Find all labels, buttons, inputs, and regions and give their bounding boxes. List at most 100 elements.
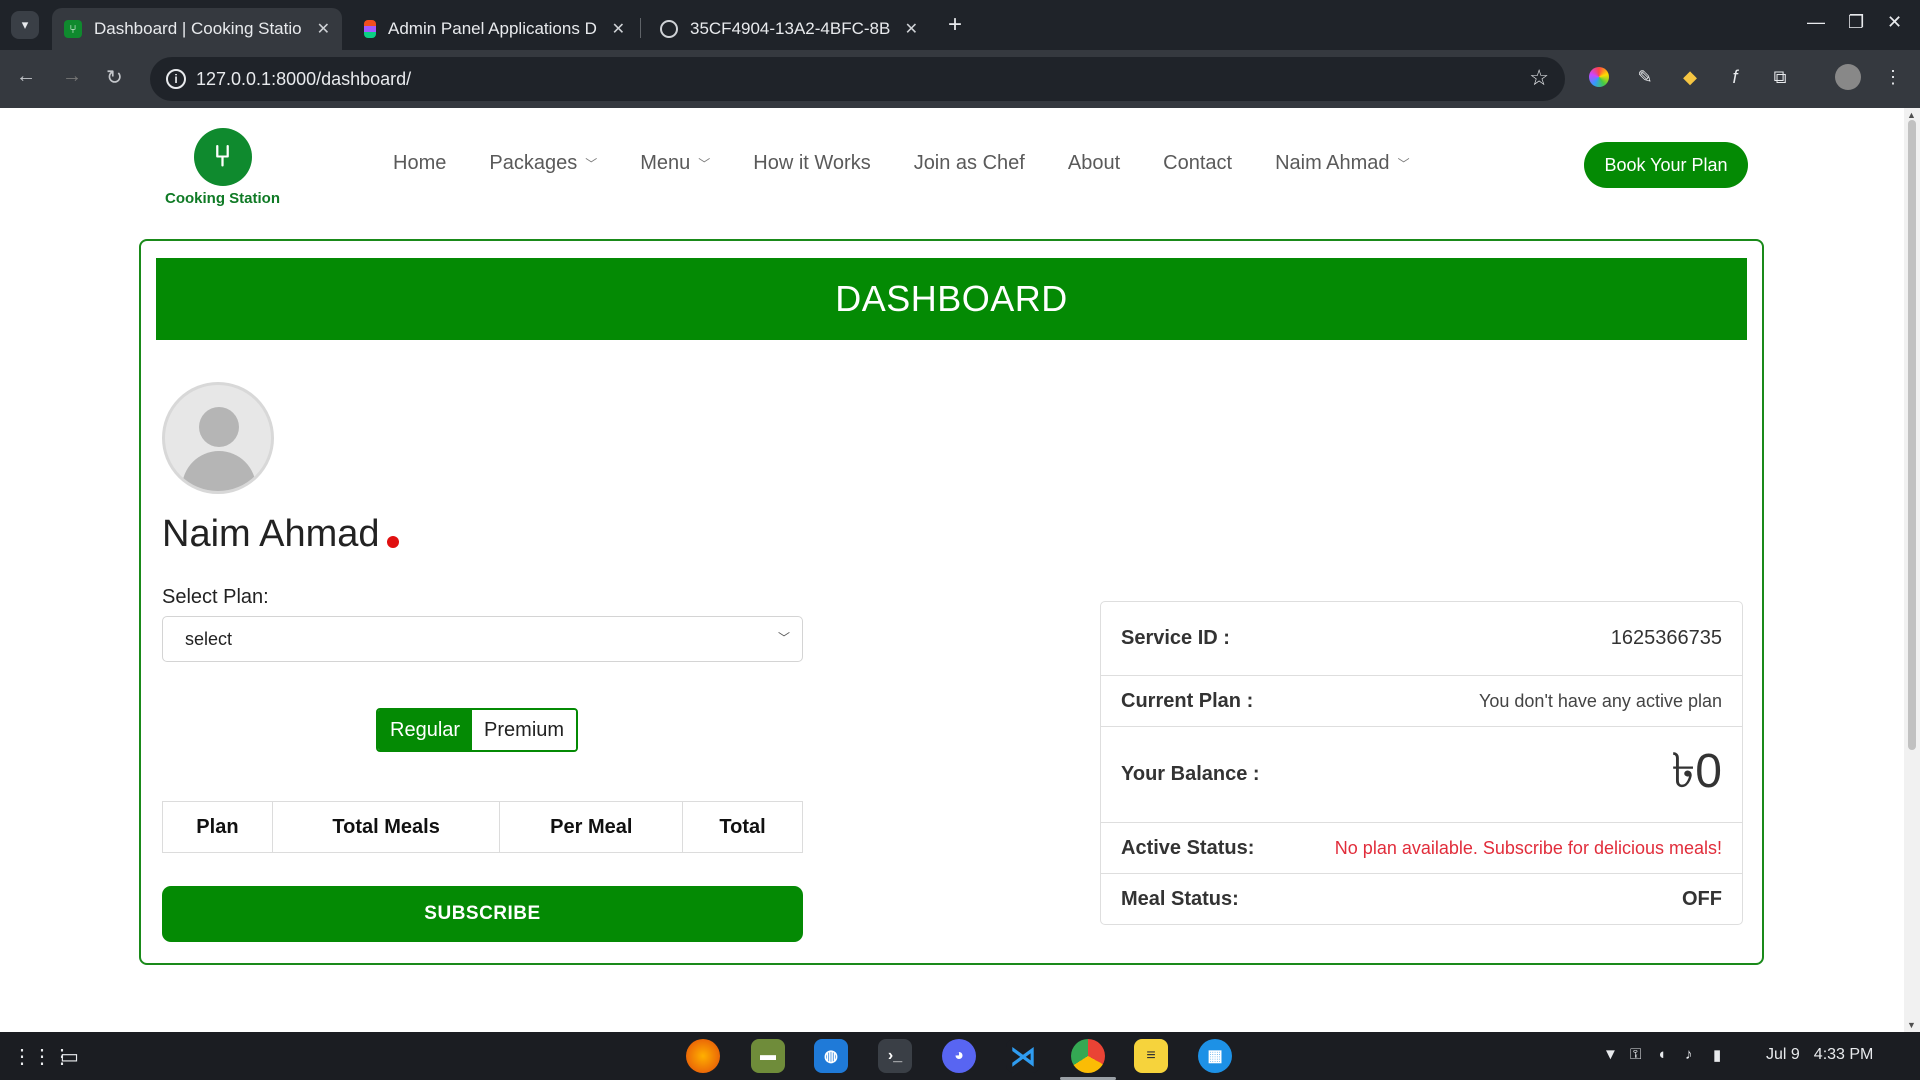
nav-label: Home — [393, 152, 447, 174]
wifi-icon[interactable]: ▼ — [1603, 1046, 1618, 1063]
nav-contact[interactable]: Contact — [1163, 152, 1232, 175]
nav-packages[interactable]: Packages ﹀ — [489, 152, 597, 175]
color-picker-extension-icon[interactable] — [1586, 64, 1612, 90]
minimize-icon[interactable]: — — [1807, 12, 1825, 33]
lightbulb-extension-icon[interactable]: ◆ — [1677, 64, 1703, 90]
overview-icon[interactable]: ▭ — [60, 1044, 79, 1069]
forward-icon[interactable]: → — [62, 65, 82, 88]
premium-toggle[interactable]: Premium — [472, 710, 577, 750]
firefox-icon[interactable] — [686, 1039, 720, 1073]
column-header-total-meals: Total Meals — [271, 801, 501, 853]
meal-status-row: Meal Status: OFF — [1101, 874, 1742, 925]
nav-how-it-works[interactable]: How it Works — [753, 152, 870, 175]
tab-dashboard[interactable]: ⑂ Dashboard | Cooking Statio ✕ — [52, 8, 342, 50]
plan-table: Plan Total Meals Per Meal Total — [162, 801, 803, 853]
address-bar[interactable]: i 127.0.0.1:8000/dashboard/ ☆ — [150, 57, 1565, 101]
select-plan-label: Select Plan: — [162, 586, 269, 608]
site-info-icon[interactable]: i — [166, 69, 186, 89]
new-tab-button[interactable]: + — [948, 11, 962, 39]
fork-knife-icon: ⑂ — [64, 20, 82, 38]
nav-join-as-chef[interactable]: Join as Chef — [914, 152, 1025, 175]
tab-admin-panel[interactable]: Admin Panel Applications D ✕ — [352, 8, 637, 50]
book-your-plan-button[interactable]: Book Your Plan — [1584, 142, 1748, 188]
meal-status-value: OFF — [1682, 888, 1722, 910]
nav-home[interactable]: Home — [393, 152, 446, 175]
close-icon[interactable]: ✕ — [317, 19, 330, 39]
clock-time: 4:33 PM — [1813, 1046, 1874, 1063]
status-dot — [386, 535, 399, 548]
column-header-per-meal: Per Meal — [499, 801, 684, 853]
avatar-body — [182, 451, 256, 491]
kebab-menu-icon[interactable]: ⋮ — [1880, 64, 1906, 90]
profile-avatar-icon[interactable] — [1835, 64, 1861, 90]
balance-row: Your Balance : ৳0 — [1101, 727, 1742, 823]
os-taskbar: ⋮⋮⋮ ▭ ▬ ◍ ›_ ◕ ⋊ ≡ ▦ ▼ ⚿ ◖ ♪ ▮ Jul 9 4:3… — [0, 1032, 1920, 1080]
system-clock[interactable]: Jul 9 4:33 PM — [1766, 1046, 1873, 1064]
vpn-key-icon[interactable]: ⚿ — [1630, 1046, 1641, 1063]
column-header-plan: Plan — [162, 801, 273, 853]
extensions-puzzle-icon[interactable]: ⧉ — [1767, 64, 1793, 90]
nav-menu[interactable]: Menu ﹀ — [640, 152, 710, 175]
service-id-label: Service ID : — [1121, 627, 1230, 649]
terminal-icon[interactable]: ›_ — [878, 1039, 912, 1073]
current-plan-value: You don't have any active plan — [1479, 690, 1722, 711]
active-status-row: Active Status: No plan available. Subscr… — [1101, 823, 1742, 874]
nav-about[interactable]: About — [1068, 152, 1120, 175]
nav-label: Packages — [489, 152, 578, 174]
user-avatar — [162, 382, 274, 494]
back-icon[interactable]: ← — [16, 65, 36, 88]
discord-icon[interactable]: ◕ — [942, 1039, 976, 1073]
nav-label: Menu — [640, 152, 691, 174]
service-id-value: 1625366735 — [1610, 627, 1722, 649]
nav-label: Naim Ahmad — [1275, 152, 1390, 174]
web-page: ⑂ Cooking Station Home Packages ﹀ Menu ﹀ H… — [0, 108, 1904, 1032]
volume-icon[interactable]: ◖ — [1657, 1046, 1666, 1063]
scroll-down-arrow-icon[interactable]: ▼ — [1907, 1020, 1916, 1030]
nav-label: Join as Chef — [913, 152, 1025, 174]
close-icon[interactable]: ✕ — [905, 19, 918, 39]
files-icon[interactable]: ▬ — [751, 1039, 785, 1073]
plan-type-toggle: Regular Premium — [376, 708, 579, 752]
scroll-up-arrow-icon[interactable]: ▲ — [1907, 110, 1916, 120]
store-icon[interactable]: ◍ — [814, 1039, 848, 1073]
eyedropper-icon[interactable]: ✎ — [1632, 64, 1658, 90]
reload-icon[interactable]: ↻ — [106, 65, 123, 90]
nav-label: Contact — [1163, 152, 1233, 174]
user-name-heading: Naim Ahmad — [162, 513, 399, 556]
notes-icon[interactable]: ≡ — [1134, 1039, 1168, 1073]
tab-search-button[interactable]: ▾ — [11, 11, 39, 39]
bookmark-star-icon[interactable]: ☆ — [1529, 65, 1549, 91]
url-text[interactable]: 127.0.0.1:8000/dashboard/ — [196, 69, 411, 90]
restore-icon[interactable]: ❐ — [1848, 12, 1864, 33]
active-status-label: Active Status: — [1121, 836, 1255, 859]
battery-icon[interactable]: ▮ — [1713, 1046, 1721, 1064]
vscode-icon[interactable]: ⋊ — [1006, 1039, 1040, 1073]
site-logo[interactable]: ⑂ Cooking Station — [155, 128, 290, 207]
clock-date: Jul 9 — [1766, 1046, 1800, 1063]
tab-title: Dashboard | Cooking Statio — [94, 19, 302, 38]
docker-icon[interactable]: ▦ — [1198, 1039, 1232, 1073]
dashboard-title: DASHBOARD — [156, 258, 1747, 340]
tab-uuid[interactable]: 35CF4904-13A2-4BFC-8B ✕ — [648, 8, 930, 50]
current-plan-label: Current Plan : — [1121, 689, 1254, 712]
fx-extension-icon[interactable]: f — [1722, 64, 1748, 90]
service-id-row: Service ID : 1625366735 — [1101, 602, 1742, 676]
regular-toggle[interactable]: Regular — [378, 710, 473, 750]
fork-knife-logo-icon: ⑂ — [193, 128, 252, 186]
microphone-icon[interactable]: ♪ — [1685, 1046, 1693, 1063]
column-header-total: Total — [682, 801, 803, 853]
chevron-down-icon: ﹀ — [777, 631, 790, 645]
user-name: Naim Ahmad — [162, 513, 380, 555]
browser-toolbar: ← → ↻ i 127.0.0.1:8000/dashboard/ ☆ ✎ ◆ … — [0, 50, 1920, 108]
close-window-icon[interactable]: ✕ — [1887, 12, 1902, 33]
close-icon[interactable]: ✕ — [612, 19, 625, 39]
subscribe-button[interactable]: SUBSCRIBE — [162, 886, 803, 942]
page-scrollbar[interactable]: ▲ ▼ — [1904, 108, 1920, 1032]
scrollbar-thumb[interactable] — [1908, 120, 1916, 750]
chrome-icon[interactable] — [1071, 1039, 1105, 1073]
nav-user-menu[interactable]: Naim Ahmad ﹀ — [1275, 152, 1410, 175]
plan-select-value: select — [185, 628, 233, 649]
tab-title: 35CF4904-13A2-4BFC-8B — [690, 19, 891, 38]
active-status-value: No plan available. Subscribe for delicio… — [1334, 837, 1722, 858]
plan-select[interactable]: select ﹀ — [162, 616, 803, 662]
